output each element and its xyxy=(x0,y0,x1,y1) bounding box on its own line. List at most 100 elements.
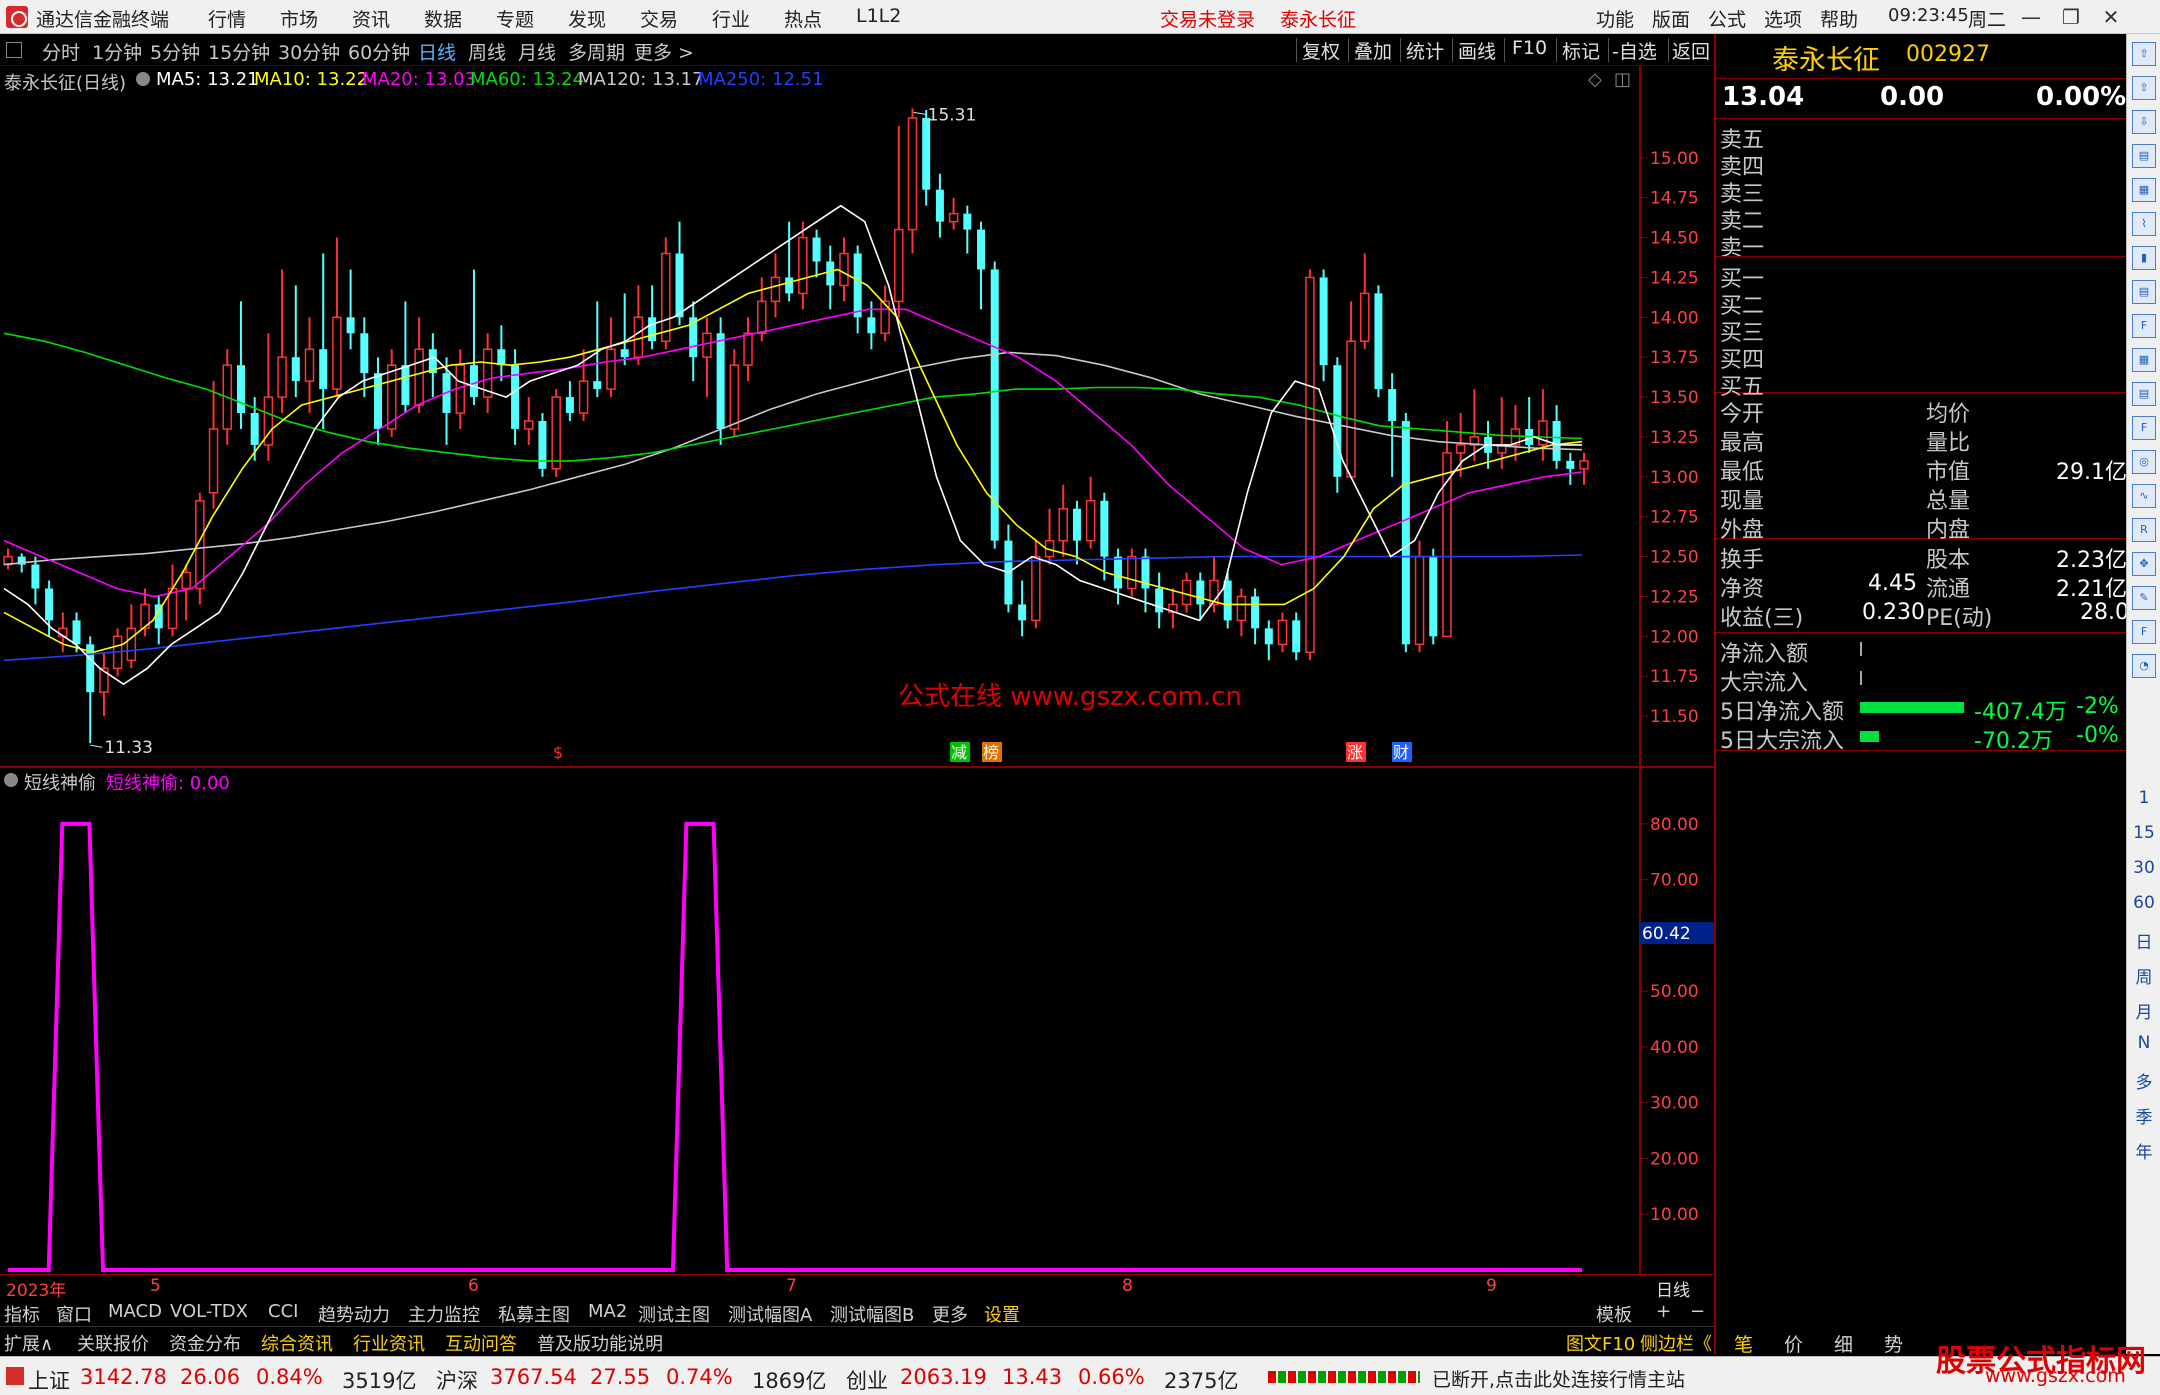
candle[interactable] xyxy=(401,301,410,414)
candle[interactable] xyxy=(319,253,328,429)
candle[interactable] xyxy=(1359,253,1370,350)
candle[interactable] xyxy=(181,564,191,621)
menu-hangye[interactable]: 行业 xyxy=(712,5,750,32)
candle[interactable] xyxy=(1277,612,1288,653)
candle[interactable] xyxy=(743,317,753,382)
template-tool[interactable]: + xyxy=(1656,1301,1671,1322)
panel-bottom-tab[interactable]: 笔 xyxy=(1734,1330,1753,1357)
sh-name[interactable]: 上证 xyxy=(28,1365,70,1395)
side-period-周[interactable]: 周 xyxy=(2127,963,2160,988)
candle[interactable] xyxy=(414,317,424,414)
candle[interactable] xyxy=(538,413,547,477)
indicator-tab[interactable]: MACD xyxy=(108,1301,162,1322)
candle[interactable] xyxy=(524,397,534,445)
info-tab[interactable]: 资金分布 xyxy=(169,1330,241,1356)
candle[interactable] xyxy=(1100,492,1109,581)
candle[interactable] xyxy=(839,237,849,302)
event-tag[interactable]: 减 xyxy=(950,742,970,762)
menu-gongneng[interactable]: 功能 xyxy=(1596,5,1634,32)
indicator-settings-icon[interactable] xyxy=(4,773,18,787)
side-period-日[interactable]: 日 xyxy=(2127,928,2160,953)
candle[interactable] xyxy=(482,333,493,414)
rsi-icon[interactable]: R xyxy=(2132,518,2156,542)
side-period-N[interactable]: N xyxy=(2127,1033,2160,1053)
minimize-icon[interactable]: — xyxy=(2016,3,2046,31)
side-period-30[interactable]: 30 xyxy=(2127,858,2160,878)
candle[interactable] xyxy=(1018,580,1027,637)
candle[interactable] xyxy=(702,317,712,398)
kline-pane[interactable]: 15.00 14.75 14.50 14.25 14.00 13.75 13.50 13.25… xyxy=(0,66,1714,766)
fs-icon[interactable]: F xyxy=(2132,620,2156,644)
candle[interactable] xyxy=(3,548,13,570)
candle[interactable] xyxy=(1004,524,1013,613)
connection-msg[interactable]: 已断开,点击此处连接行情主站 xyxy=(1432,1365,1685,1392)
template-tool[interactable]: 模板 xyxy=(1596,1301,1632,1327)
candle[interactable] xyxy=(167,564,178,637)
indicator-tab[interactable]: 指标 xyxy=(4,1301,40,1327)
candle[interactable] xyxy=(208,381,219,509)
menu-hangqing[interactable]: 行情 xyxy=(208,5,246,32)
sidebar-toggle[interactable]: 侧边栏《 xyxy=(1640,1330,1712,1356)
table-icon[interactable]: ▦ xyxy=(2132,348,2156,372)
menu-faxian[interactable]: 发现 xyxy=(568,5,606,32)
candle[interactable] xyxy=(1031,540,1041,629)
candle[interactable] xyxy=(1168,588,1178,629)
side-period-季[interactable]: 季 xyxy=(2127,1103,2160,1128)
candle[interactable] xyxy=(853,245,862,334)
list-icon[interactable]: ▤ xyxy=(2132,144,2156,168)
indicator-tab[interactable]: 窗口 xyxy=(56,1301,92,1327)
candle[interactable] xyxy=(497,325,506,382)
side-period-60[interactable]: 60 xyxy=(2127,893,2160,913)
candle[interactable] xyxy=(1236,588,1247,637)
candle[interactable] xyxy=(785,221,794,302)
event-tag[interactable]: 财 xyxy=(1392,742,1412,762)
candle[interactable] xyxy=(894,125,904,318)
indicator-chart[interactable]: 80.0070.0060.0050.0040.0030.0020.0010.00… xyxy=(0,768,1714,1274)
restore-icon[interactable]: ❐ xyxy=(2056,3,2086,31)
candle[interactable] xyxy=(346,269,355,350)
candle[interactable] xyxy=(812,229,821,278)
candle[interactable] xyxy=(1127,548,1137,597)
menu-redian[interactable]: 热点 xyxy=(784,5,822,32)
menu-zhuanti[interactable]: 专题 xyxy=(496,5,534,32)
candle[interactable] xyxy=(1566,452,1575,485)
up-icon[interactable]: ⇧ xyxy=(2132,76,2156,100)
candle[interactable] xyxy=(360,317,369,398)
cy-name[interactable]: 创业 xyxy=(846,1365,888,1395)
menu-banmian[interactable]: 版面 xyxy=(1652,5,1690,32)
candle[interactable] xyxy=(880,285,890,342)
menu-xuanxiang[interactable]: 选项 xyxy=(1764,5,1802,32)
side-period-月[interactable]: 月 xyxy=(2127,998,2160,1023)
collapse-icon[interactable] xyxy=(6,42,22,58)
candle[interactable] xyxy=(1072,500,1081,565)
settings-dot-icon[interactable] xyxy=(136,72,150,86)
doc-icon[interactable]: ▤ xyxy=(2132,280,2156,304)
candle[interactable] xyxy=(1155,572,1164,629)
f10-tab[interactable]: 图文F10 xyxy=(1566,1330,1635,1356)
indicator-tab[interactable]: MA2 xyxy=(588,1301,627,1322)
candle[interactable] xyxy=(428,333,437,398)
side-period-1[interactable]: 1 xyxy=(2127,788,2160,808)
menu-zixun[interactable]: 资讯 xyxy=(352,5,390,32)
period-weekly[interactable]: 周线 xyxy=(468,38,506,65)
candle[interactable] xyxy=(963,205,972,254)
side-period-15[interactable]: 15 xyxy=(2127,823,2160,843)
candle[interactable] xyxy=(565,381,574,421)
event-tag[interactable]: 榜 xyxy=(982,742,1002,762)
candle[interactable] xyxy=(948,197,959,230)
period-multi[interactable]: 多周期 xyxy=(568,38,625,65)
candle[interactable] xyxy=(1181,572,1192,613)
side-period-多[interactable]: 多 xyxy=(2127,1068,2160,1093)
menu-shuju[interactable]: 数据 xyxy=(424,5,462,32)
tool-diejia[interactable]: 叠加 xyxy=(1354,37,1392,64)
info-tab[interactable]: 互动问答 xyxy=(445,1330,517,1356)
candle[interactable] xyxy=(263,333,274,461)
grid-icon[interactable]: ▦ xyxy=(2132,178,2156,202)
menu-shichang[interactable]: 市场 xyxy=(280,5,318,32)
candle[interactable] xyxy=(1085,476,1096,549)
candle[interactable] xyxy=(1538,389,1548,461)
candle[interactable] xyxy=(826,245,835,310)
candle[interactable] xyxy=(58,612,68,653)
period-more[interactable]: 更多 > xyxy=(634,38,694,65)
chart-icon[interactable]: ⌇ xyxy=(2132,212,2156,236)
